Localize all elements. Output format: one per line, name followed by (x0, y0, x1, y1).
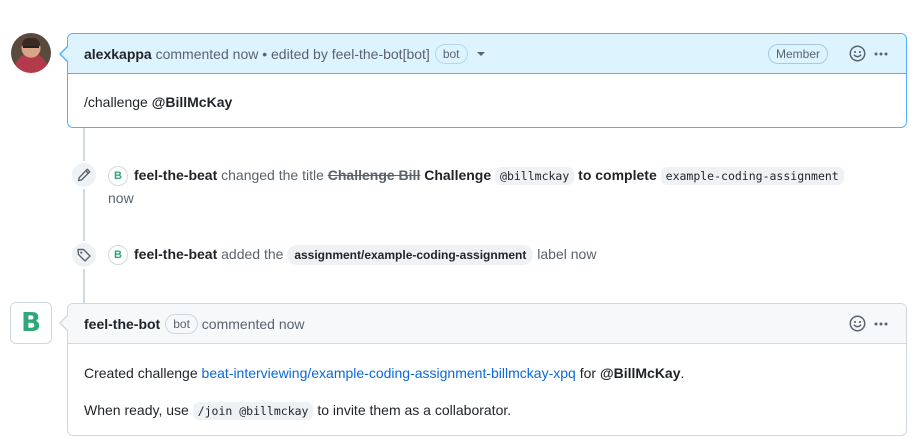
bot-logo-avatar[interactable]: B (10, 302, 52, 344)
label-added-event: Bfeel-the-beat added the assignment/exam… (108, 243, 597, 266)
instructions-prefix: When ready, use (84, 402, 189, 418)
comment-action: commented (201, 315, 275, 332)
new-title-part: to complete (578, 167, 657, 183)
comment-body: Created challenge beat-interviewing/exam… (68, 344, 906, 435)
mention-billmckay[interactable]: @BillMcKay (600, 365, 681, 381)
new-title-code-mention: @billmckay (495, 167, 575, 185)
comment-time[interactable]: now (233, 46, 259, 62)
edited-prefix: • edited by (262, 45, 328, 62)
old-title: Challenge Bill (327, 167, 421, 183)
comment-caret-fill (61, 47, 68, 61)
comment-author[interactable]: alexkappa (84, 46, 152, 62)
bot-badge: bot (165, 313, 198, 334)
comment-time[interactable]: now (279, 316, 305, 332)
comment-action: commented (155, 45, 229, 62)
actor-avatar[interactable]: B (108, 245, 128, 266)
label-pill[interactable]: assignment/example-coding-assignment (287, 245, 534, 265)
event-time[interactable]: now (571, 246, 597, 262)
event-text: changed the title (221, 167, 324, 183)
created-prefix: Created challenge (84, 365, 198, 381)
tag-icon (70, 241, 98, 269)
event-time[interactable]: now (108, 190, 134, 206)
actor-avatar[interactable]: B (108, 166, 128, 187)
editor-name[interactable]: feel-the-bot[bot] (332, 46, 430, 62)
created-line: Created challenge beat-interviewing/exam… (84, 363, 890, 383)
join-command-code: /join @billmckay (192, 402, 314, 420)
title-change-event: Bfeel-the-beat changed the title Challen… (108, 164, 898, 209)
comment-caret-fill (61, 316, 68, 330)
repo-link[interactable]: beat-interviewing/example-coding-assignm… (202, 365, 576, 381)
new-title-part: Challenge (424, 167, 492, 183)
comment-command: /challenge (84, 94, 148, 110)
comment-feel-the-bot: feel-the-bot bot commented now Created c… (67, 303, 907, 436)
event-text-label: label (537, 246, 567, 262)
kebab-horizontal-icon[interactable] (872, 315, 890, 333)
instructions-line: When ready, use /join @billmckay to invi… (84, 400, 890, 421)
smiley-icon[interactable] (848, 45, 866, 63)
comment-header: feel-the-bot bot commented now (68, 304, 906, 344)
new-title-code-assignment: example-coding-assignment (660, 167, 844, 185)
member-badge: Member (767, 43, 828, 64)
event-text: added the (221, 246, 284, 262)
instructions-suffix: to invite them as a collaborator. (317, 402, 512, 418)
pencil-icon (70, 161, 98, 189)
edit-history-dropdown-icon[interactable] (476, 51, 485, 56)
comment-author[interactable]: feel-the-bot (84, 316, 160, 332)
comment-body: /challenge @BillMcKay (68, 74, 906, 127)
event-actor[interactable]: feel-the-beat (134, 167, 217, 183)
period: . (680, 365, 685, 381)
mention-billmckay[interactable]: @BillMcKay (152, 94, 233, 110)
avatar-alexkappa[interactable] (11, 33, 51, 73)
kebab-horizontal-icon[interactable] (872, 45, 890, 63)
smiley-icon[interactable] (848, 315, 866, 333)
comment-header: alexkappa commented now • edited by feel… (68, 34, 906, 74)
event-actor[interactable]: feel-the-beat (134, 246, 217, 262)
bot-badge: bot (434, 43, 468, 64)
comment-alexkappa: alexkappa commented now • edited by feel… (67, 33, 907, 128)
for-text: for (579, 365, 597, 381)
timeline-line (83, 128, 85, 303)
